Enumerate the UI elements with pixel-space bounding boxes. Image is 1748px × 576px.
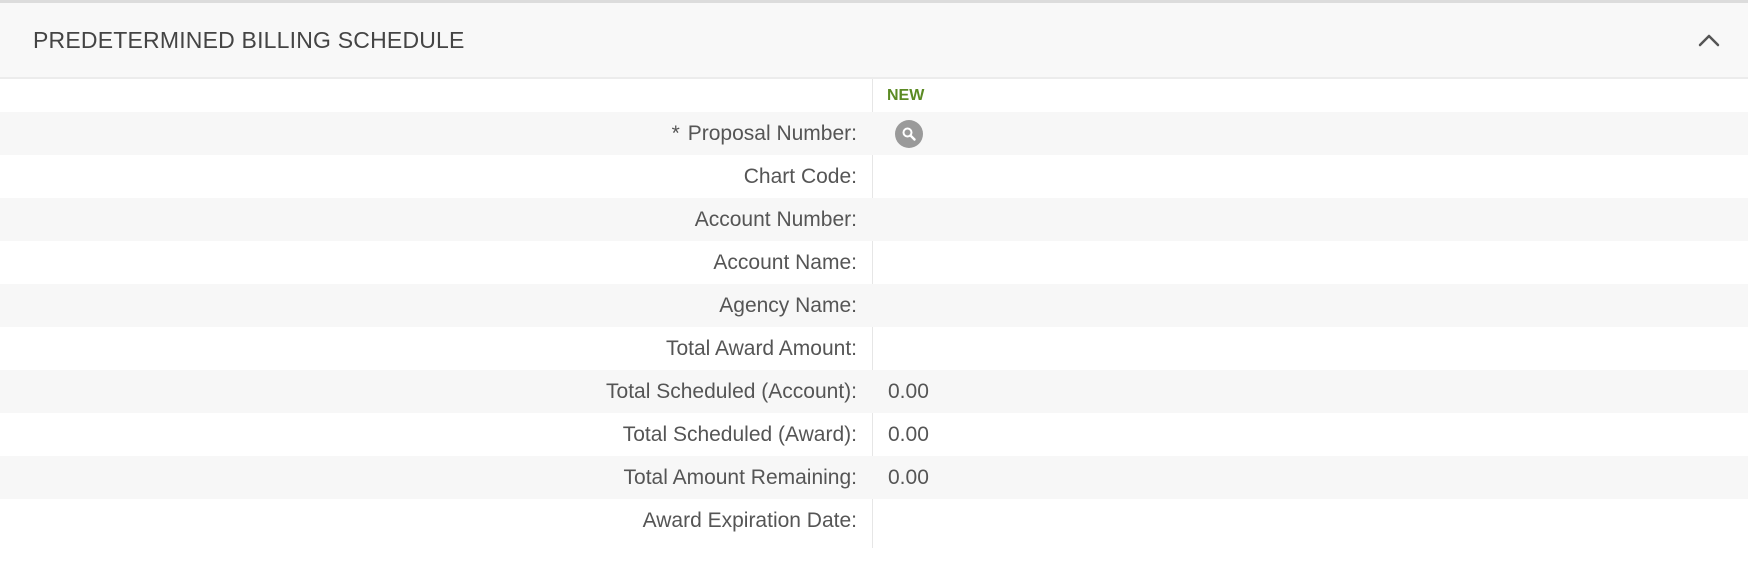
section-title: PREDETERMINED BILLING SCHEDULE [33,26,465,53]
field-label-proposal-number: * Proposal Number: [0,122,857,146]
field-label-total-amount-remaining: Total Amount Remaining: [623,465,857,489]
collapse-button[interactable] [1694,25,1724,55]
search-icon [902,127,916,141]
proposal-lookup-button[interactable] [895,119,923,148]
field-label-total-scheduled-award: Total Scheduled (Award): [622,422,857,446]
field-value-total-scheduled-account: 0.00 [888,379,929,403]
field-label-account-name: Account Name: [713,250,857,274]
required-marker: * [671,121,680,145]
field-row-total-award-amount: Total Award Amount: [0,327,1748,370]
field-row-agency-name: Agency Name: [0,284,1748,327]
field-value-total-amount-remaining: 0.00 [888,465,929,489]
field-row-proposal-number: * Proposal Number: [0,112,1748,155]
field-value-total-scheduled-award: 0.00 [888,422,929,446]
field-label-chart-code: Chart Code: [743,164,857,188]
chevron-up-icon [1698,34,1720,47]
new-column-label: NEW [887,87,925,104]
field-row-total-scheduled-account: Total Scheduled (Account): 0.00 [0,370,1748,413]
proposal-number-label: Proposal Number: [687,121,857,145]
field-row-chart-code: Chart Code: [0,155,1748,198]
field-label-total-award-amount: Total Award Amount: [665,336,857,360]
field-label-total-scheduled-account: Total Scheduled (Account): [606,379,857,403]
field-row-award-expiration-date: Award Expiration Date: [0,499,1748,542]
field-label-award-expiration-date: Award Expiration Date: [642,508,857,532]
column-header-row: NEW [0,79,1748,112]
field-row-account-number: Account Number: [0,198,1748,241]
field-label-account-number: Account Number: [694,207,857,231]
field-label-agency-name: Agency Name: [719,293,857,317]
section-header: PREDETERMINED BILLING SCHEDULE [0,3,1748,79]
field-row-account-name: Account Name: [0,241,1748,284]
field-row-total-amount-remaining: Total Amount Remaining: 0.00 [0,456,1748,499]
billing-form: NEW * Proposal Number: Chart Code: Accoun… [0,79,1748,548]
field-row-total-scheduled-award: Total Scheduled (Award): 0.00 [0,413,1748,456]
